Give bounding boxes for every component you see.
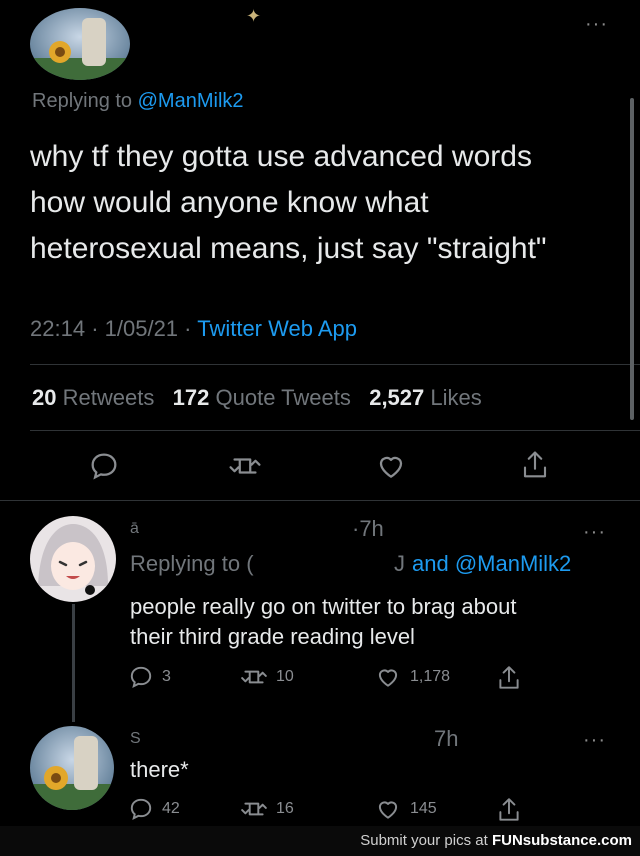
like-button[interactable]: 145: [374, 796, 437, 822]
retweet-button[interactable]: 10: [240, 664, 294, 690]
retweets-stat[interactable]: 20 Retweets: [32, 385, 154, 410]
more-options-icon[interactable]: ···: [585, 14, 608, 34]
retweet-count: 16: [276, 800, 294, 817]
reply-icon: [130, 666, 152, 689]
retweet-icon[interactable]: [228, 450, 262, 482]
reply-avatar[interactable]: [30, 516, 116, 602]
tweet-date[interactable]: 1/05/21: [105, 316, 178, 341]
replying-to-line: Replying to ( J and @ManMilk2: [130, 551, 630, 577]
separator-dot: ·: [91, 316, 99, 341]
avatar-image: [30, 8, 130, 80]
replying-handle-link[interactable]: @ManMilk2: [138, 90, 244, 112]
separator-dot: ·: [184, 316, 192, 341]
retweet-button[interactable]: 16: [240, 796, 294, 822]
quote-tweets-stat[interactable]: 172 Quote Tweets: [173, 385, 351, 410]
author-name-redacted: ✦: [246, 6, 262, 26]
tweet-time[interactable]: 22:14: [30, 316, 85, 341]
reply-text-line: their third grade reading level: [130, 624, 415, 649]
reply-button[interactable]: 3: [128, 664, 171, 690]
main-action-bar: [88, 448, 558, 484]
reply-author-handle[interactable]: S: [130, 730, 141, 748]
reply-text: people really go on twitter to brag abou…: [130, 592, 630, 652]
retweet-count: 10: [276, 668, 294, 685]
share-icon[interactable]: [520, 448, 550, 482]
share-icon[interactable]: [496, 796, 522, 824]
reply-text-line: people really go on twitter to brag abou…: [130, 594, 517, 619]
watermark-text: Submit your pics at FUNsubstance.com: [360, 832, 632, 849]
reply-action-bar: 42 16 145: [128, 796, 528, 826]
reply-author-handle[interactable]: ā: [130, 520, 139, 538]
tweet-text-line: how would anyone know what: [30, 186, 429, 219]
reply-icon[interactable]: [88, 450, 120, 482]
more-options-icon[interactable]: ···: [583, 730, 606, 750]
reply-time[interactable]: ·7h: [352, 516, 384, 542]
thread-line: [72, 604, 75, 722]
reply-avatar[interactable]: [30, 726, 114, 810]
tweet-text-line: heterosexual means, just say "straight": [30, 232, 547, 265]
tweet-stats: 20 Retweets 172 Quote Tweets 2,527 Likes: [32, 385, 482, 411]
reply-button[interactable]: 42: [128, 796, 180, 822]
scrollbar[interactable]: [630, 98, 634, 420]
like-count: 145: [410, 800, 437, 817]
watermark-label: Submit your pics at: [360, 832, 488, 849]
divider: [30, 430, 640, 431]
replying-to-line: Replying to @ManMilk2: [32, 90, 244, 113]
reply-time[interactable]: 7h: [434, 726, 458, 752]
likes-stat[interactable]: 2,527 Likes: [369, 385, 482, 410]
replying-prefix: Replying to: [130, 551, 241, 576]
replying-handle-link[interactable]: and @ManMilk2: [412, 551, 571, 577]
retweet-icon: [241, 802, 267, 816]
tweet-metadata: 22:14 · 1/05/21 · Twitter Web App: [30, 316, 357, 342]
tweet-text-line: why tf they gotta use advanced words: [30, 140, 532, 173]
like-icon: [378, 669, 398, 687]
share-icon[interactable]: [496, 664, 522, 692]
divider: [0, 500, 640, 501]
retweet-icon: [241, 670, 267, 684]
avatar-image: [30, 516, 116, 602]
like-icon: [378, 801, 398, 819]
tweet-text: why tf they gotta use advanced words how…: [30, 134, 630, 272]
divider: [30, 364, 640, 365]
reply-count: 3: [162, 668, 171, 685]
replying-prefix: Replying to: [32, 90, 133, 112]
tweet-source-link[interactable]: Twitter Web App: [197, 316, 357, 341]
reply-icon: [130, 798, 152, 821]
replying-handle-redacted[interactable]: (: [246, 551, 253, 576]
reply-count: 42: [162, 800, 180, 817]
reply-action-bar: 3 10 1,178: [128, 664, 528, 694]
watermark-brand: FUNsubstance.com: [491, 832, 632, 849]
like-button[interactable]: 1,178: [374, 664, 450, 690]
like-icon[interactable]: [374, 450, 408, 482]
replying-handle-redacted[interactable]: J: [394, 551, 405, 577]
like-count: 1,178: [410, 668, 451, 685]
author-avatar[interactable]: [30, 8, 130, 80]
reply-text: there*: [130, 757, 189, 782]
more-options-icon[interactable]: ···: [583, 522, 606, 542]
avatar-image: [30, 726, 114, 810]
